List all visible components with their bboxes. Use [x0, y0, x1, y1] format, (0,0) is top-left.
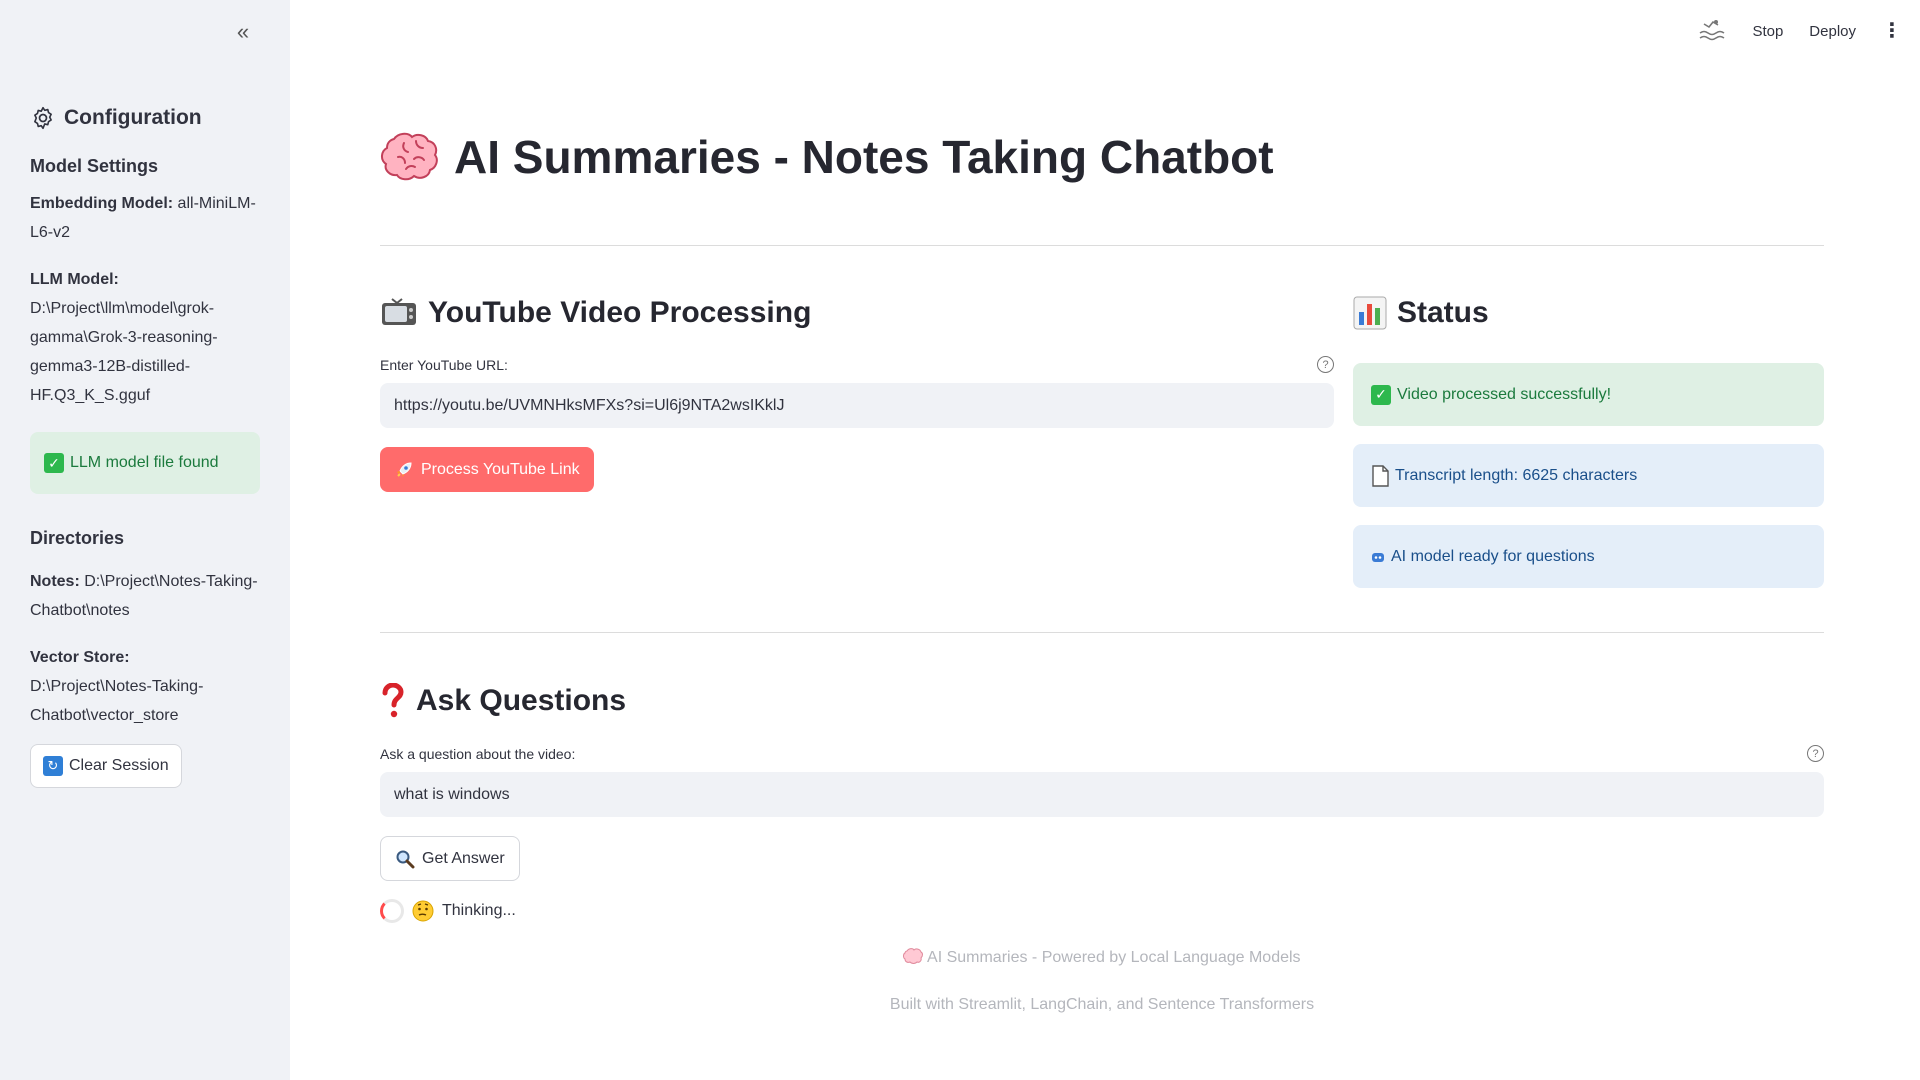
ask-questions-section: Ask Questions Ask a question about the v… [380, 683, 1824, 925]
thinking-text: Thinking... [442, 902, 516, 919]
footer: AI Summaries - Powered by Local Language… [380, 948, 1824, 1016]
model-ready-alert: AI model ready for questions [1353, 525, 1824, 588]
stop-button[interactable]: Stop [1752, 23, 1783, 40]
brain-icon [381, 132, 438, 181]
directories-heading: Directories [30, 528, 125, 548]
bar-chart-icon [1353, 296, 1387, 330]
help-icon[interactable]: ? [1317, 356, 1334, 373]
llm-found-text: LLM model file found [70, 454, 219, 471]
thinking-face-icon [412, 900, 434, 922]
youtube-section-title: YouTube Video Processing [428, 296, 812, 329]
spinner-icon [380, 899, 404, 923]
sidebar-title: Configuration [64, 106, 202, 129]
llm-found-alert: ✓ LLM model file found [30, 432, 260, 494]
question-mark-icon [382, 683, 404, 718]
help-icon[interactable]: ? [1807, 745, 1824, 762]
question-label: Ask a question about the video: [380, 745, 576, 762]
embedding-label: Embedding Model: [30, 195, 174, 212]
collapse-sidebar-icon[interactable]: « [232, 21, 254, 44]
get-answer-label: Get Answer [422, 849, 505, 867]
status-title: Status [1397, 296, 1489, 329]
sidebar-header: Configuration [30, 102, 260, 134]
notes-dir-info: Notes: D:\Project\Notes-Taking-Chatbot\n… [30, 567, 260, 625]
document-icon [1372, 464, 1389, 487]
page-title: AI Summaries - Notes Taking Chatbot [380, 130, 1274, 184]
youtube-section-heading: YouTube Video Processing [380, 296, 1334, 330]
youtube-url-value: https://youtu.be/UVMNHksMFXs?si=Ul6j9NTA… [394, 396, 785, 414]
status-section: Status ✓ Video processed successfully! T… [1353, 296, 1824, 588]
search-icon [396, 850, 415, 868]
footer-line-2: Built with Streamlit, LangChain, and Sen… [889, 996, 1315, 1013]
model-ready-text: AI model ready for questions [1391, 547, 1595, 565]
divider [380, 632, 1824, 633]
status-success-alert: ✓ Video processed successfully! [1353, 363, 1824, 426]
question-value: what is windows [394, 785, 510, 803]
clear-session-button[interactable]: ↻ Clear Session [30, 744, 182, 788]
llm-label: LLM Model: [30, 271, 119, 288]
app-toolbar: Stop Deploy ⋮ [1698, 18, 1902, 44]
process-button-label: Process YouTube Link [421, 460, 580, 478]
robot-icon [1372, 552, 1384, 562]
check-icon: ✓ [44, 453, 64, 473]
notes-label: Notes: [30, 573, 80, 590]
youtube-url-input[interactable]: https://youtu.be/UVMNHksMFXs?si=Ul6j9NTA… [380, 383, 1334, 428]
check-icon: ✓ [1371, 384, 1391, 405]
get-answer-button[interactable]: Get Answer [380, 836, 520, 881]
sidebar: « Configuration Model Settings Embedding… [0, 0, 290, 1080]
main-menu-icon[interactable]: ⋮ [1882, 21, 1902, 41]
ask-heading: Ask Questions [380, 683, 1824, 719]
status-heading: Status [1353, 296, 1824, 330]
url-label-row: Enter YouTube URL: ? [380, 356, 1334, 373]
llm-value: D:\Project\llm\model\grok-gamma\Grok-3-r… [30, 300, 218, 404]
footer-line-1-text: AI Summaries - Powered by Local Language… [927, 949, 1301, 966]
rocket-icon [394, 460, 414, 480]
transcript-length-text: Transcript length: 6625 characters [1395, 466, 1638, 484]
deploy-button[interactable]: Deploy [1809, 23, 1856, 40]
youtube-processing-section: YouTube Video Processing Enter YouTube U… [380, 296, 1334, 492]
footer-line-1: AI Summaries - Powered by Local Language… [380, 948, 1824, 968]
thinking-indicator: Thinking... [380, 897, 1824, 925]
process-youtube-button[interactable]: Process YouTube Link [380, 447, 594, 492]
refresh-icon: ↻ [43, 756, 63, 776]
question-label-row: Ask a question about the video: ? [380, 745, 1824, 762]
llm-model-info: LLM Model: D:\Project\llm\model\grok-gamm… [30, 265, 260, 410]
divider [380, 245, 1824, 246]
television-icon [382, 298, 416, 325]
running-status-icon [1699, 20, 1725, 41]
title-text: AI Summaries - Notes Taking Chatbot [454, 131, 1274, 183]
vector-label: Vector Store: [30, 649, 130, 666]
clear-session-label: Clear Session [69, 757, 169, 774]
brain-icon [903, 948, 924, 964]
question-input[interactable]: what is windows [380, 772, 1824, 817]
transcript-length-alert: Transcript length: 6625 characters [1353, 444, 1824, 507]
status-success-text: Video processed successfully! [1397, 385, 1612, 403]
sidebar-content: Configuration Model Settings Embedding M… [30, 102, 260, 788]
url-label: Enter YouTube URL: [380, 356, 508, 373]
embedding-model-info: Embedding Model: all-MiniLM-L6-v2 [30, 189, 260, 247]
ask-title: Ask Questions [416, 684, 627, 717]
vector-value: D:\Project\Notes-Taking-Chatbot\vector_s… [30, 678, 204, 724]
gear-icon [34, 106, 52, 130]
vector-store-info: Vector Store: D:\Project\Notes-Taking-Ch… [30, 643, 260, 730]
model-settings-heading: Model Settings [30, 156, 159, 176]
